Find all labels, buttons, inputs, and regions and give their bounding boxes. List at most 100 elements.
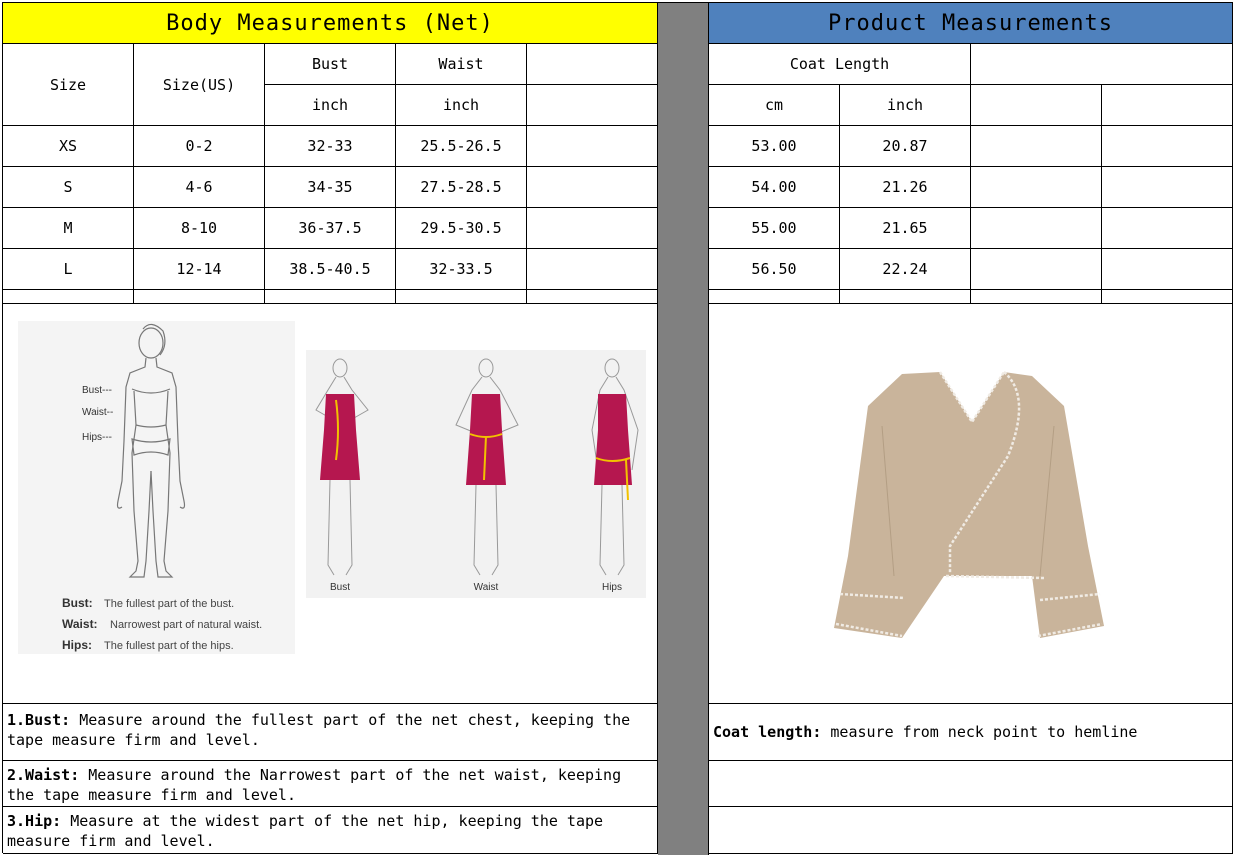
- note-bust-text: Measure around the fullest part of the n…: [7, 711, 631, 749]
- note-hip: 3.Hip: Measure at the widest part of the…: [3, 807, 658, 854]
- empty-cell: [265, 290, 396, 304]
- empty-cell: [527, 290, 658, 304]
- note-bust-line: 1.Bust: Measure around the fullest part …: [7, 710, 651, 750]
- body-label-waist: Waist--: [82, 407, 113, 418]
- measuring-figures: Bust Waist Hips: [306, 350, 646, 598]
- table-row-size-us: 12-14: [134, 249, 265, 290]
- table-row-waist: 25.5-26.5: [396, 126, 527, 167]
- table-row-waist: 27.5-28.5: [396, 167, 527, 208]
- body-label-hips: Hips---: [82, 432, 112, 443]
- dress-figures: Bust Waist Hips: [315, 358, 639, 593]
- note-hip-term: 3.Hip:: [7, 812, 62, 830]
- empty-product-header: [971, 44, 1233, 85]
- figure-bust: Bust: [315, 358, 369, 593]
- empty-cell: [840, 290, 971, 304]
- table-row-coat-inch: 21.26: [840, 167, 971, 208]
- col-waist-header: Waist: [396, 44, 527, 85]
- table-row-bust: 36-37.5: [265, 208, 396, 249]
- table-row-coat-inch: 21.65: [840, 208, 971, 249]
- empty-cell: [527, 126, 658, 167]
- empty-header-cell: [527, 44, 658, 85]
- empty-cell: [1102, 126, 1233, 167]
- body-outline-diagram: Bust--- Waist-- Hips--- Bust: The fulles…: [18, 321, 295, 654]
- body-outline-figure: Bust--- Waist-- Hips--- Bust: The fulles…: [62, 323, 262, 652]
- empty-cell: [971, 167, 1102, 208]
- col-bust-header: Bust: [265, 44, 396, 85]
- table-row-bust: 38.5-40.5: [265, 249, 396, 290]
- note-bust: 1.Bust: Measure around the fullest part …: [3, 704, 658, 761]
- table-row-size-us: 0-2: [134, 126, 265, 167]
- empty-unit-cell: [527, 85, 658, 126]
- table-row-coat-inch: 22.24: [840, 249, 971, 290]
- legend-term-hips: Hips:: [62, 638, 92, 652]
- caption-hips: Hips: [602, 582, 622, 593]
- note-coat-length: Coat length: measure from neck point to …: [709, 704, 1233, 761]
- table-row-coat-cm: 53.00: [709, 126, 840, 167]
- coat-image: [832, 366, 1104, 646]
- table-row-coat-inch: 20.87: [840, 126, 971, 167]
- col-size-header: Size: [3, 44, 134, 126]
- note-hip-text: Measure at the widest part of the net hi…: [7, 812, 604, 850]
- coat-inch-unit: inch: [840, 85, 971, 126]
- table-row-bust: 32-33: [265, 126, 396, 167]
- coat-illustration: [834, 371, 1104, 638]
- size-chart-sheet: Body Measurements (Net) Product Measurem…: [0, 0, 1235, 855]
- note-coat-term: Coat length:: [713, 723, 822, 741]
- empty-cell: [1102, 208, 1233, 249]
- note-waist: 2.Waist: Measure around the Narrowest pa…: [3, 761, 658, 807]
- table-row-coat-cm: 55.00: [709, 208, 840, 249]
- caption-waist: Waist: [474, 582, 499, 593]
- empty-unit-cell: [1102, 85, 1233, 126]
- table-row-coat-cm: 56.50: [709, 249, 840, 290]
- table-row-size: S: [3, 167, 134, 208]
- empty-cell: [396, 290, 527, 304]
- table-row-size: L: [3, 249, 134, 290]
- table-row-size: M: [3, 208, 134, 249]
- table-row-waist: 29.5-30.5: [396, 208, 527, 249]
- empty-unit-cell: [971, 85, 1102, 126]
- legend-text-bust: The fullest part of the bust.: [104, 598, 234, 610]
- figure-hips: Hips: [591, 358, 639, 593]
- empty-cell: [527, 167, 658, 208]
- empty-note-cell: [709, 807, 1233, 854]
- empty-cell: [971, 126, 1102, 167]
- product-measurements-title: Product Measurements: [709, 3, 1233, 44]
- note-waist-line: 2.Waist: Measure around the Narrowest pa…: [7, 765, 651, 805]
- caption-bust: Bust: [330, 582, 350, 593]
- col-size-us-header: Size(US): [134, 44, 265, 126]
- coat-cm-unit: cm: [709, 85, 840, 126]
- empty-cell: [971, 290, 1102, 304]
- note-bust-term: 1.Bust:: [7, 711, 71, 729]
- waist-unit: inch: [396, 85, 527, 126]
- body-measurements-title: Body Measurements (Net): [3, 3, 658, 44]
- legend-term-bust: Bust:: [62, 596, 93, 610]
- table-row-size-us: 8-10: [134, 208, 265, 249]
- table-row-size: XS: [3, 126, 134, 167]
- empty-cell: [709, 290, 840, 304]
- empty-cell: [134, 290, 265, 304]
- table-row-bust: 34-35: [265, 167, 396, 208]
- legend-text-waist: Narrowest part of natural waist.: [110, 619, 262, 631]
- empty-cell: [1102, 249, 1233, 290]
- note-waist-text: Measure around the Narrowest part of the…: [7, 766, 622, 804]
- note-coat-text: measure from neck point to hemline: [821, 723, 1138, 741]
- note-waist-term: 2.Waist:: [7, 766, 80, 784]
- separator-column: [658, 3, 709, 855]
- empty-cell: [527, 249, 658, 290]
- table-row-coat-cm: 54.00: [709, 167, 840, 208]
- figure-waist: Waist: [455, 358, 519, 593]
- table-row-size-us: 4-6: [134, 167, 265, 208]
- empty-cell: [3, 290, 134, 304]
- empty-cell: [1102, 290, 1233, 304]
- col-coat-length-header: Coat Length: [709, 44, 971, 85]
- legend-term-waist: Waist:: [62, 617, 98, 631]
- empty-cell: [527, 208, 658, 249]
- legend-text-hips: The fullest part of the hips.: [104, 640, 234, 652]
- table-row-waist: 32-33.5: [396, 249, 527, 290]
- empty-cell: [971, 208, 1102, 249]
- empty-note-cell: [709, 761, 1233, 807]
- empty-cell: [971, 249, 1102, 290]
- note-hip-line: 3.Hip: Measure at the widest part of the…: [7, 811, 651, 851]
- empty-cell: [1102, 167, 1233, 208]
- bust-unit: inch: [265, 85, 396, 126]
